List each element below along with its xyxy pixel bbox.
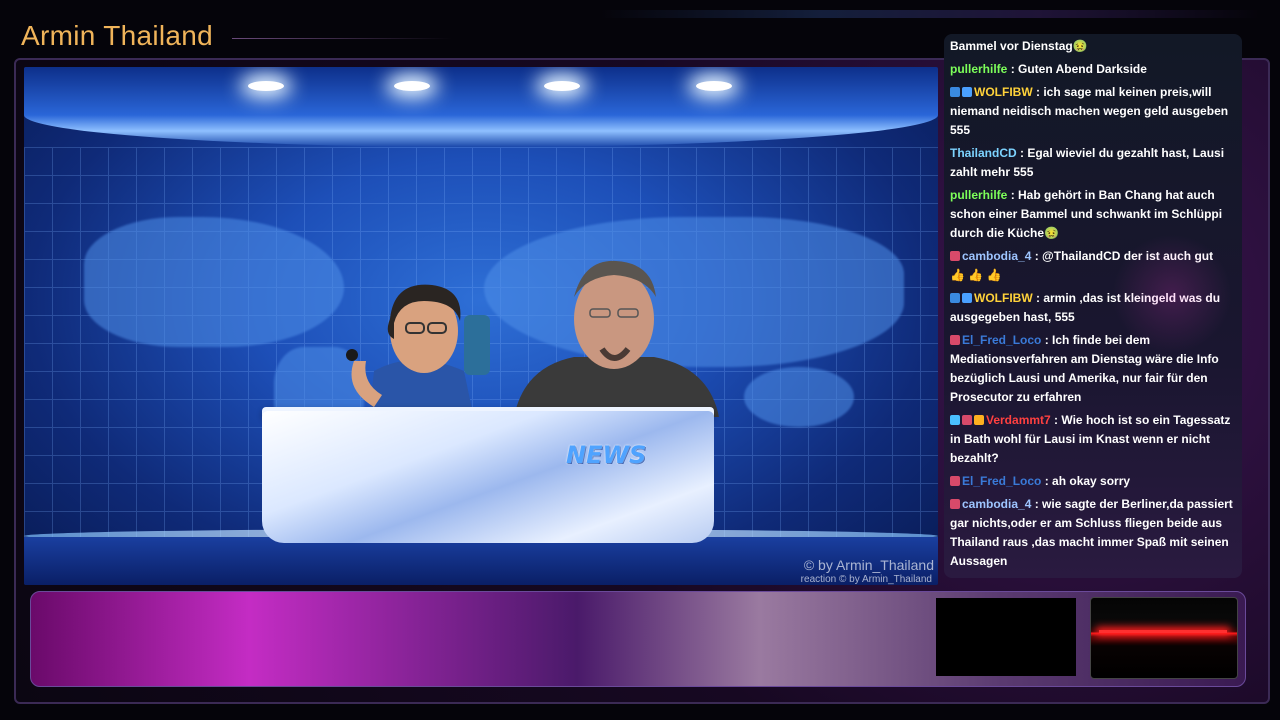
ceiling-lamp — [544, 81, 580, 91]
title-underline — [232, 38, 452, 39]
chat-message: cambodia_4 : wie sagte der Berliner,da p… — [950, 495, 1238, 571]
chat-message: pullerhilfe : Hab gehört in Ban Chang ha… — [950, 186, 1238, 243]
world-map-shape — [744, 367, 854, 427]
chat-message-text: Bammel vor Dienstag — [950, 39, 1073, 53]
user-badge-icon — [962, 87, 972, 97]
chat-message: Verdammt7 : Wie hoch ist so ein Tagessat… — [950, 411, 1238, 468]
host-right-figure — [514, 260, 719, 417]
top-decor-strip — [600, 10, 1260, 18]
chat-message: WOLFIBW : ich sage mal keinen preis,will… — [950, 83, 1238, 140]
user-badge-icon — [962, 293, 972, 303]
chat-username[interactable]: WOLFIBW — [974, 291, 1033, 305]
chat-username[interactable]: pullerhilfe — [950, 188, 1007, 202]
chat-emoji-icon: 👍 👍 👍 — [950, 268, 1002, 282]
chat-username[interactable]: cambodia_4 — [962, 497, 1031, 511]
channel-title: Armin Thailand — [21, 20, 213, 51]
webcam-feed-black — [936, 598, 1076, 676]
studio-ceiling — [24, 67, 938, 147]
user-badge-icon — [962, 415, 972, 425]
user-badge-icon — [950, 499, 960, 509]
chat-emoji-icon: 🤢 — [1044, 226, 1059, 240]
video-watermark: © by Armin_Thailand — [803, 557, 934, 573]
red-light-streak — [1099, 630, 1227, 633]
user-badge-icon — [974, 415, 984, 425]
chat-username[interactable]: El_Fred_Loco — [962, 474, 1041, 488]
chat-background-glow — [1112, 234, 1232, 354]
webcam-feed-red — [1090, 597, 1238, 679]
news-desk-label: NEWS — [566, 441, 647, 469]
user-badge-icon — [950, 476, 960, 486]
news-desk — [262, 411, 714, 543]
user-badge-icon — [950, 251, 960, 261]
user-badge-icon — [950, 87, 960, 97]
user-badge-icon — [950, 293, 960, 303]
chat-username[interactable]: pullerhilfe — [950, 62, 1007, 76]
reaction-watermark: reaction © by Armin_Thailand — [800, 574, 932, 585]
chat-message: pullerhilfe : Guten Abend Darkside — [950, 60, 1238, 79]
chat-username[interactable]: cambodia_4 — [962, 249, 1031, 263]
user-badge-icon — [950, 335, 960, 345]
chat-emoji-icon: 🤢 — [1072, 39, 1088, 53]
chat-username[interactable]: WOLFIBW — [974, 85, 1033, 99]
chat-message: Bammel vor Dienstag 🤢 — [950, 37, 1238, 56]
chat-username[interactable]: El_Fred_Loco — [962, 333, 1041, 347]
chat-message: El_Fred_Loco : ah okay sorry — [950, 472, 1238, 491]
ceiling-lamp — [696, 81, 732, 91]
chat-message-text: : Guten Abend Darkside — [1010, 62, 1147, 76]
video-player[interactable]: NEWS © by Armin_Thailand reaction © by A… — [24, 67, 938, 585]
chat-username[interactable]: ThailandCD — [950, 146, 1017, 160]
chat-message-text: : ah okay sorry — [1044, 474, 1131, 488]
ceiling-lamp — [394, 81, 430, 91]
ceiling-lamp — [248, 81, 284, 91]
chat-panel[interactable]: Bammel vor Dienstag 🤢 pullerhilfe : Guten… — [944, 34, 1242, 578]
chat-username[interactable]: Verdammt7 — [986, 413, 1051, 427]
host-left-figure — [346, 284, 490, 419]
chat-message: ThailandCD : Egal wieviel du gezahlt has… — [950, 144, 1238, 182]
user-badge-icon — [950, 415, 960, 425]
